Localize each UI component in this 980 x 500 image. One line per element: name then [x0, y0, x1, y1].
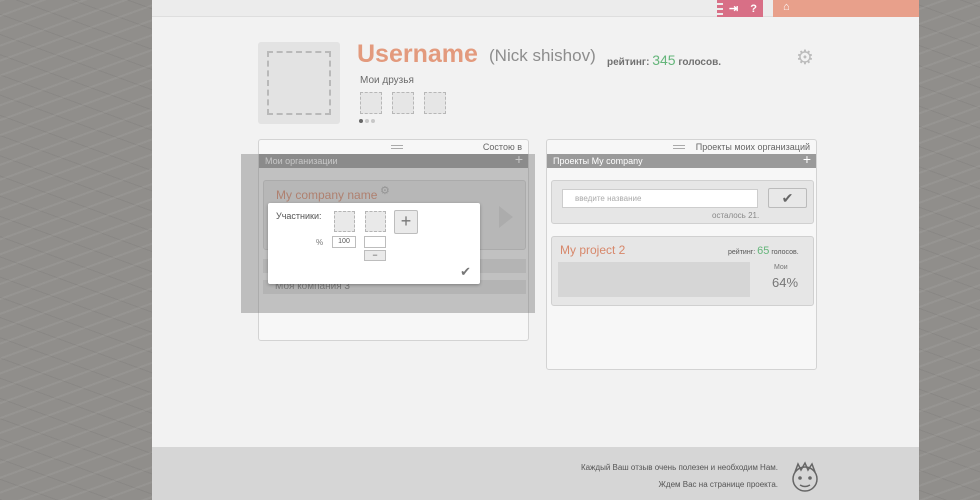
search-button[interactable]: ✔ [768, 188, 807, 208]
projects-panel: Проекты моих организаций Проекты My comp… [546, 139, 817, 370]
tab-org-projects[interactable]: Проекты моих организаций [547, 140, 816, 154]
project-preview [558, 262, 750, 297]
project-rating: рейтинг: 65 голосов. [728, 245, 799, 257]
avatar[interactable] [258, 42, 340, 124]
user-rating: рейтинг: 345 голосов. [607, 52, 721, 68]
tab-member-of[interactable]: Состою в [259, 140, 528, 154]
tab-label: Проекты моих организаций [695, 142, 810, 152]
remaining-count: осталось 21. [712, 211, 760, 220]
top-bar: ⇥ ? ⌂ [152, 0, 919, 17]
rating-value: 345 [652, 52, 676, 68]
home-icon: ⌂ [783, 1, 790, 13]
drag-handle[interactable] [391, 145, 403, 149]
friends-title: Мои друзья [360, 75, 414, 86]
votes-label: голосов. [771, 249, 799, 256]
share-input[interactable]: 100 [332, 236, 356, 248]
members-popup: Участники: + % 100 − ✔ [268, 203, 480, 284]
username: Username [357, 40, 478, 68]
page-container: ⇥ ? ⌂ Username (Nick shishov) рейтинг: 3… [152, 0, 919, 500]
rating-label: рейтинг: [607, 57, 650, 68]
projects-header: Проекты My company + [547, 152, 816, 168]
footer: Каждый Ваш отзыв очень полезен и необход… [152, 447, 919, 500]
member-avatar[interactable] [334, 211, 355, 232]
project-mine-label: Мои [774, 264, 788, 271]
drag-handle[interactable] [673, 145, 685, 149]
friend-avatar[interactable] [392, 92, 414, 114]
auth-buttons: ⇥ ? [717, 0, 763, 17]
share-input[interactable] [364, 236, 386, 248]
project-name[interactable]: My project 2 [560, 243, 625, 257]
votes-label: голосов. [678, 57, 722, 68]
project-search: введите название ✔ осталось 21. [551, 180, 814, 224]
member-avatar[interactable] [365, 211, 386, 232]
avatar-placeholder [267, 51, 331, 115]
help-button[interactable]: ? [750, 3, 757, 15]
check-icon[interactable]: ✔ [460, 264, 471, 280]
percent-sign: % [316, 238, 324, 247]
gear-icon[interactable]: ⚙ [796, 45, 814, 70]
project-card[interactable]: My project 2 рейтинг: 65 голосов. Мои 64… [551, 236, 814, 306]
friends-pagination[interactable] [359, 119, 375, 123]
face-icon[interactable] [786, 460, 824, 494]
add-member-button[interactable]: + [394, 210, 418, 234]
panel-title: Проекты My company [553, 156, 643, 166]
members-label: Участники: [276, 211, 322, 221]
rating-label: рейтинг: [728, 249, 756, 256]
search-input[interactable]: введите название [562, 189, 758, 208]
remove-member-button[interactable]: − [364, 250, 386, 261]
real-name: (Nick shishov) [489, 46, 596, 65]
footer-line-2: Ждем Вас на странице проекта. [658, 480, 778, 489]
project-percent: 64% [772, 275, 799, 290]
check-icon: ✔ [781, 190, 794, 206]
rating-value: 65 [757, 245, 770, 257]
footer-line-1: Каждый Ваш отзыв очень полезен и необход… [580, 463, 778, 472]
add-project-button[interactable]: + [803, 152, 811, 166]
friend-avatar[interactable] [360, 92, 382, 114]
friend-avatar[interactable] [424, 92, 446, 114]
exit-icon[interactable]: ⇥ [729, 2, 738, 15]
home-button[interactable]: ⌂ [773, 0, 919, 17]
